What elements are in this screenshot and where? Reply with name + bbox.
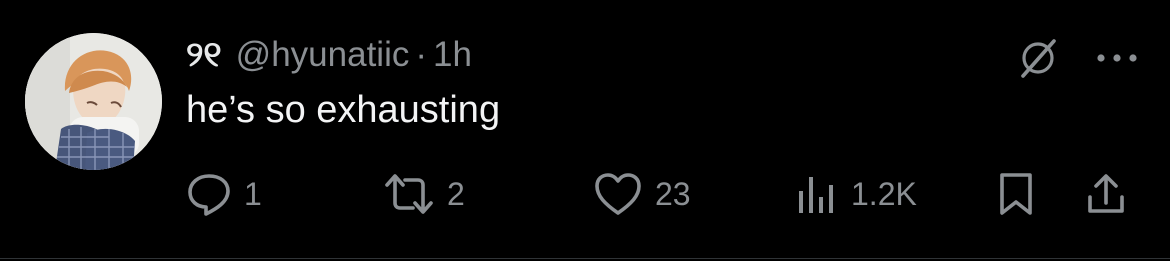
more-options-icon[interactable] bbox=[1088, 33, 1146, 83]
divider bbox=[0, 258, 1170, 259]
repost-count: 2 bbox=[447, 175, 465, 212]
grok-slash-icon[interactable] bbox=[1013, 33, 1063, 83]
avatar[interactable] bbox=[25, 33, 162, 170]
display-name[interactable]: ୨୧ bbox=[186, 35, 222, 75]
heart-icon bbox=[595, 173, 641, 215]
meta-separator: · bbox=[415, 35, 427, 74]
reply-bubble-icon bbox=[188, 174, 230, 216]
timestamp[interactable]: 1h bbox=[433, 35, 472, 75]
repost-button[interactable]: 2 bbox=[383, 168, 465, 220]
post-header: ୨୧ @hyunatiic · 1h bbox=[186, 33, 472, 77]
reply-count: 1 bbox=[244, 175, 262, 212]
views-button[interactable]: 1.2K bbox=[795, 168, 917, 220]
tweet[interactable]: ୨୧ @hyunatiic · 1h he’s so exhausting 1 … bbox=[0, 0, 1170, 261]
reply-button[interactable]: 1 bbox=[186, 168, 262, 220]
view-count: 1.2K bbox=[851, 175, 917, 212]
repost-arrows-icon bbox=[385, 174, 433, 214]
bookmark-button[interactable] bbox=[996, 168, 1036, 220]
post-text: he’s so exhausting bbox=[186, 89, 501, 131]
share-button[interactable] bbox=[1084, 168, 1128, 220]
share-upload-icon bbox=[1088, 174, 1124, 213]
user-handle[interactable]: @hyunatiic bbox=[236, 35, 410, 75]
like-button[interactable]: 23 bbox=[593, 168, 691, 220]
views-bars-icon bbox=[799, 177, 833, 213]
like-count: 23 bbox=[655, 175, 691, 212]
bookmark-icon bbox=[1000, 173, 1032, 215]
